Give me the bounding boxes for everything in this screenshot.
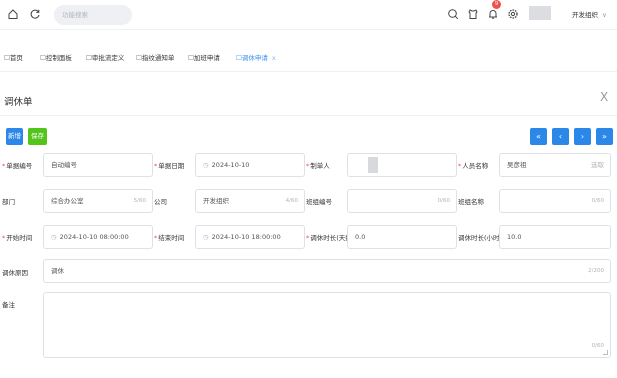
creator-label: *制单人 bbox=[306, 162, 330, 170]
home-icon[interactable] bbox=[6, 8, 20, 22]
tab-label: 调休申请 bbox=[241, 54, 268, 62]
doc-no-label: *单据编号 bbox=[2, 162, 33, 170]
divider bbox=[0, 115, 617, 116]
close-icon[interactable]: x bbox=[272, 54, 276, 62]
end-time-label: *结束时间 bbox=[154, 234, 185, 242]
dept-label: 部门 bbox=[2, 198, 15, 206]
reason-label: 调休原因 bbox=[2, 269, 28, 277]
duration-days-field[interactable]: 0.0 bbox=[347, 225, 457, 249]
tab-dashboard[interactable]: ☐控制面板 bbox=[40, 52, 72, 62]
person-value: 吴彦祖 bbox=[507, 161, 527, 169]
reason-field[interactable]: 调休 2/200 bbox=[43, 259, 611, 283]
dept-field[interactable]: 综合办公室 5/60 bbox=[43, 189, 153, 213]
char-count: 0/60 bbox=[591, 343, 604, 349]
person-label: *人员名称 bbox=[458, 162, 489, 170]
tab-leave-request[interactable]: ☐调休申请 x bbox=[236, 52, 276, 62]
start-time-field[interactable]: ◷ 2024-10-10 08:00:00 bbox=[43, 225, 153, 249]
search-icon[interactable] bbox=[446, 8, 460, 22]
resize-handle[interactable] bbox=[603, 350, 608, 355]
chevron-down-icon: ∨ bbox=[602, 11, 607, 19]
shift-name-label: 班组名称 bbox=[458, 198, 484, 206]
doc-date-value: 2024-10-10 bbox=[211, 161, 250, 169]
start-time-label: *开始时间 bbox=[2, 234, 33, 242]
remark-label: 备注 bbox=[2, 301, 15, 309]
tab-label: 首页 bbox=[9, 54, 23, 62]
next-record-button[interactable]: › bbox=[574, 128, 591, 145]
end-time-value: 2024-10-10 18:00:00 bbox=[211, 233, 281, 241]
char-count: 2/200 bbox=[588, 268, 604, 274]
tab-approval-flow[interactable]: ☐审批流定义 bbox=[86, 52, 124, 62]
tab-label: 加班申请 bbox=[193, 54, 220, 62]
tab-home[interactable]: ☐首页 bbox=[4, 52, 23, 62]
tab-overtime[interactable]: ☐加班申请 bbox=[188, 52, 220, 62]
tab-fingerprint-notice[interactable]: ☐指纹通知单 bbox=[136, 52, 174, 62]
avatar[interactable] bbox=[529, 6, 551, 20]
char-count: 4/60 bbox=[285, 198, 298, 204]
new-button[interactable]: 新增 bbox=[6, 128, 23, 145]
duration-hours-label: 调休时长(小时) bbox=[458, 234, 503, 242]
shift-no-field[interactable]: 0/60 bbox=[347, 189, 457, 213]
shirt-icon[interactable] bbox=[466, 8, 480, 22]
end-time-field[interactable]: ◷ 2024-10-10 18:00:00 bbox=[195, 225, 305, 249]
choose-person-button[interactable]: 选取 bbox=[591, 154, 604, 176]
company-value: 开发组织 bbox=[203, 197, 229, 205]
doc-date-label: *单据日期 bbox=[154, 162, 185, 170]
tab-label: 控制面板 bbox=[45, 54, 72, 62]
first-record-button[interactable]: « bbox=[530, 128, 547, 145]
calendar-icon: ◷ bbox=[203, 161, 209, 169]
char-count: 0/60 bbox=[437, 198, 450, 204]
org-name: 开发组织 bbox=[572, 11, 598, 19]
settings-icon[interactable] bbox=[506, 8, 520, 22]
last-record-button[interactable]: » bbox=[596, 128, 613, 145]
bell-icon[interactable] bbox=[486, 8, 500, 22]
doc-no-field[interactable]: 自动编号 bbox=[43, 153, 153, 177]
start-time-value: 2024-10-10 08:00:00 bbox=[59, 233, 129, 241]
clock-icon: ◷ bbox=[51, 233, 57, 241]
prev-record-button[interactable]: ‹ bbox=[552, 128, 569, 145]
clock-icon: ◷ bbox=[203, 233, 209, 241]
company-field[interactable]: 开发组织 4/60 bbox=[195, 189, 305, 213]
reason-value: 调休 bbox=[51, 267, 64, 275]
redacted-value bbox=[368, 157, 378, 173]
tab-label: 审批流定义 bbox=[91, 54, 125, 62]
page-title: 调休单 bbox=[4, 97, 33, 108]
remark-textarea[interactable]: 0/60 bbox=[43, 292, 611, 358]
char-count: 5/60 bbox=[133, 198, 146, 204]
search-input[interactable]: 功能搜索 bbox=[54, 5, 132, 25]
tab-bar: ☐首页 ☐控制面板 ☐审批流定义 ☐指纹通知单 ☐加班申请 ☐调休申请 x bbox=[0, 38, 617, 72]
close-icon[interactable]: X bbox=[600, 90, 608, 104]
shift-name-field[interactable]: 0/60 bbox=[499, 189, 611, 213]
save-button[interactable]: 保存 bbox=[28, 128, 47, 145]
notification-badge: 9 bbox=[492, 0, 501, 9]
tab-label: 指纹通知单 bbox=[141, 54, 175, 62]
char-count: 0/60 bbox=[591, 198, 604, 204]
shift-no-label: 班组编号 bbox=[306, 198, 332, 206]
doc-date-field[interactable]: ◷ 2024-10-10 bbox=[195, 153, 305, 177]
creator-field[interactable] bbox=[347, 153, 457, 177]
refresh-icon[interactable] bbox=[28, 8, 42, 22]
top-bar: 功能搜索 9 开发组织 ∨ bbox=[0, 0, 617, 30]
dept-value: 综合办公室 bbox=[51, 197, 84, 205]
company-label: 公司 bbox=[154, 198, 167, 206]
person-field[interactable]: 吴彦祖 选取 bbox=[499, 153, 611, 177]
duration-hours-field[interactable]: 10.0 bbox=[499, 225, 611, 249]
org-selector[interactable]: 开发组织 ∨ bbox=[572, 9, 607, 19]
